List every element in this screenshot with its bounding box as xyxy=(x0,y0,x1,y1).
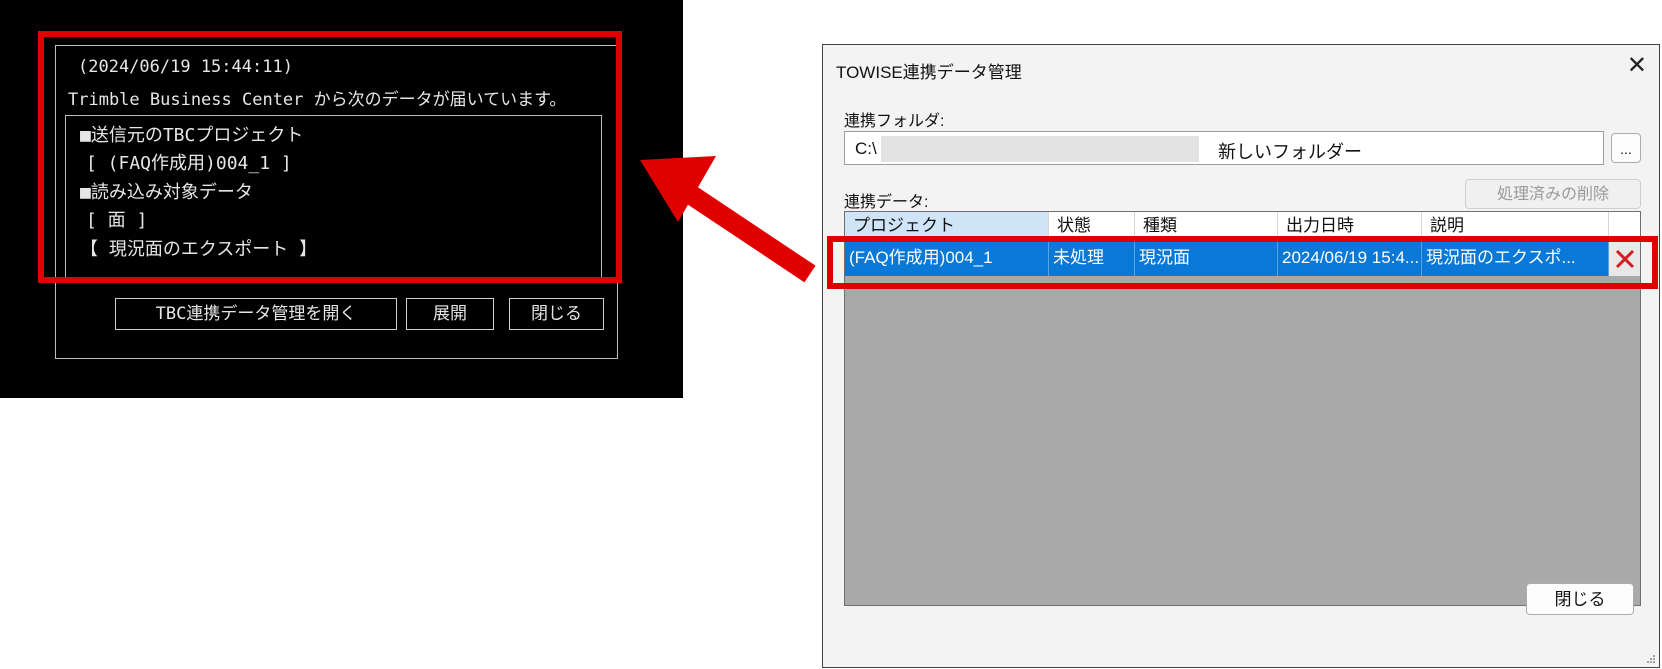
browse-folder-button[interactable]: ... xyxy=(1611,133,1641,163)
highlight-box-notification xyxy=(38,31,622,283)
close-icon[interactable]: ✕ xyxy=(1627,51,1647,81)
dialog-title: TOWISE連携データ管理 xyxy=(836,63,1022,82)
folder-path-field[interactable]: C:\ 新しいフォルダー xyxy=(844,131,1604,165)
towise-data-manager-dialog: TOWISE連携データ管理 ✕ 連携フォルダ: C:\ 新しいフォルダー ...… xyxy=(822,44,1660,668)
folder-path-prefix: C:\ xyxy=(855,139,877,158)
redacted-path-mask xyxy=(881,136,1199,162)
expand-button[interactable]: 展開 xyxy=(406,298,494,330)
open-tbc-manager-button[interactable]: TBC連携データ管理を開く xyxy=(115,298,397,330)
notification-close-button[interactable]: 閉じる xyxy=(509,298,604,330)
folder-path-suffix: 新しいフォルダー xyxy=(1218,142,1362,162)
red-arrow-icon xyxy=(640,156,816,283)
delete-processed-button[interactable]: 処理済みの削除 xyxy=(1465,179,1641,209)
data-list-label: 連携データ: xyxy=(844,194,929,211)
folder-label: 連携フォルダ: xyxy=(844,113,945,130)
dialog-close-button[interactable]: 閉じる xyxy=(1526,583,1634,615)
highlight-box-data-row xyxy=(827,236,1658,289)
resize-grip-icon[interactable] xyxy=(1646,654,1656,664)
